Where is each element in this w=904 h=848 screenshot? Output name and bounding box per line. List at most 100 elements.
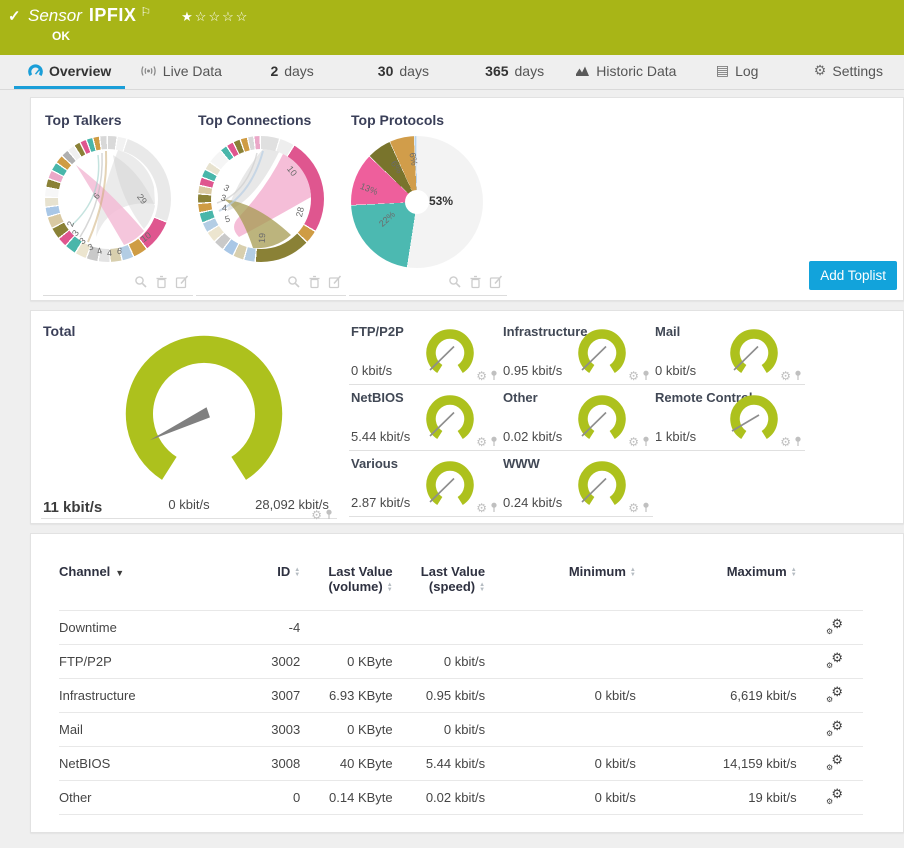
channel-table: Channel▼ ID▲▼ Last Value(volume)▲▼ Last … xyxy=(59,560,863,815)
channel-settings-icon[interactable]: ⚙⚙ xyxy=(827,755,843,769)
edit-icon[interactable] xyxy=(328,275,342,289)
channel-gauge xyxy=(577,394,627,444)
top-connections-chord-chart[interactable]: 1028193345 xyxy=(198,136,324,262)
channel-name: Other xyxy=(59,781,235,815)
gauge-cell-netbios: NetBIOS 5.44 kbit/s ⚙ xyxy=(349,385,501,451)
toplist-top-talkers: Top Talkers 629102333446 xyxy=(43,110,193,296)
gear-icon[interactable]: ⚙ xyxy=(628,437,639,447)
gauge-needle xyxy=(150,407,210,440)
top-talkers-chord-chart[interactable]: 629102333446 xyxy=(45,136,171,262)
gauge-cell-remote-control: Remote Control 1 kbit/s ⚙ xyxy=(653,385,805,451)
chart-value-label: 13% xyxy=(359,181,379,197)
channel-name: Downtime xyxy=(59,611,235,645)
zoom-settings-icon[interactable] xyxy=(448,275,462,289)
gauge-icon xyxy=(28,64,43,77)
star-rating[interactable]: ★☆☆☆☆ xyxy=(181,9,249,25)
chart-value-label: 53% xyxy=(429,194,453,208)
chart-value-label: 4 xyxy=(222,203,227,213)
edit-icon[interactable] xyxy=(175,275,189,289)
chart-value-label: 6 xyxy=(116,246,123,257)
table-row: Mail 3003 0 KByte 0 kbit/s ⚙⚙ xyxy=(59,713,863,747)
toplist-title: Top Protocols xyxy=(351,112,507,128)
column-header-last-value-volume[interactable]: Last Value(volume)▲▼ xyxy=(300,560,392,611)
pin-icon[interactable] xyxy=(490,436,498,447)
total-gauge-cell: Total 0 kbit/s 28,092 kbit/s 11 kbit/s ⚙ xyxy=(41,319,337,519)
channel-gauge xyxy=(577,328,627,378)
sort-desc-icon: ▼ xyxy=(115,568,124,578)
gear-icon[interactable]: ⚙ xyxy=(476,371,487,381)
tab-live-data[interactable]: Live Data xyxy=(125,55,236,89)
channel-settings-icon[interactable]: ⚙⚙ xyxy=(827,687,843,701)
gauge-value: 11 kbit/s xyxy=(43,499,102,516)
pin-icon[interactable] xyxy=(490,370,498,381)
channel-table-panel: Channel▼ ID▲▼ Last Value(volume)▲▼ Last … xyxy=(30,533,904,833)
column-header-id[interactable]: ID▲▼ xyxy=(235,560,300,611)
total-gauge xyxy=(119,329,289,499)
column-header-maximum[interactable]: Maximum▲▼ xyxy=(636,560,797,611)
tab-2-days[interactable]: 2 days xyxy=(237,55,348,89)
trash-icon[interactable] xyxy=(308,275,321,289)
channel-settings-icon[interactable]: ⚙⚙ xyxy=(827,789,843,803)
pin-icon[interactable] xyxy=(794,370,802,381)
flag-icon[interactable]: ⚐ xyxy=(140,5,151,19)
zoom-settings-icon[interactable] xyxy=(134,275,148,289)
chart-value-label: 28 xyxy=(294,206,306,218)
column-header-minimum[interactable]: Minimum▲▼ xyxy=(485,560,636,611)
tab-365-days[interactable]: 365 days xyxy=(459,55,570,89)
tab-log[interactable]: ▤ Log xyxy=(682,55,793,89)
pin-icon[interactable] xyxy=(642,502,650,513)
chart-value-label: 3 xyxy=(86,241,95,252)
pin-icon[interactable] xyxy=(642,370,650,381)
gauge-cell-ftp-p2p: FTP/P2P 0 kbit/s ⚙ xyxy=(349,319,501,385)
toplist-top-connections: Top Connections 1028193345 xyxy=(196,110,346,296)
channel-gauge xyxy=(425,394,475,444)
trash-icon[interactable] xyxy=(155,275,168,289)
gauge-cell-other: Other 0.02 kbit/s ⚙ xyxy=(501,385,653,451)
add-toplist-button[interactable]: Add Toplist xyxy=(809,261,897,290)
toplists-panel: Top Talkers 629102333446 To xyxy=(30,97,904,301)
chart-value-label: 4 xyxy=(96,246,104,257)
top-protocols-pie-chart[interactable]: 53%22%13%6%6% xyxy=(351,136,483,268)
sensor-header: ✓ Sensor IPFIX ⚐ ★☆☆☆☆ OK xyxy=(0,0,904,55)
gear-icon[interactable]: ⚙ xyxy=(476,503,487,513)
sensor-type-label: Sensor xyxy=(28,6,82,26)
tab-settings[interactable]: ⚙ Settings xyxy=(793,55,904,89)
pin-icon[interactable] xyxy=(794,436,802,447)
channel-settings-icon[interactable]: ⚙⚙ xyxy=(827,619,843,633)
tab-30-days[interactable]: 30 days xyxy=(348,55,459,89)
gauge-cell-various: Various 2.87 kbit/s ⚙ xyxy=(349,451,501,517)
live-data-icon xyxy=(140,65,157,77)
zoom-settings-icon[interactable] xyxy=(287,275,301,289)
chart-value-label: 2 xyxy=(65,220,76,228)
chart-value-label: 29 xyxy=(135,192,149,206)
trash-icon[interactable] xyxy=(469,275,482,289)
pin-icon[interactable] xyxy=(325,509,333,520)
channel-gauge xyxy=(729,394,779,444)
chart-value-label: 4 xyxy=(107,248,113,258)
sort-icon: ▲▼ xyxy=(387,583,393,593)
gear-icon[interactable]: ⚙ xyxy=(311,510,322,520)
channel-name: Mail xyxy=(59,713,235,747)
gear-icon[interactable]: ⚙ xyxy=(780,371,791,381)
tab-overview[interactable]: Overview xyxy=(14,55,125,89)
toplist-top-protocols: Top Protocols 53%22%13%6%6% xyxy=(349,110,507,296)
gear-icon[interactable]: ⚙ xyxy=(780,437,791,447)
tab-bar: Overview Live Data 2 days 30 days 365 da… xyxy=(0,55,904,90)
edit-icon[interactable] xyxy=(489,275,503,289)
channel-settings-icon[interactable]: ⚙⚙ xyxy=(827,653,843,667)
gauges-panel: Total 0 kbit/s 28,092 kbit/s 11 kbit/s ⚙… xyxy=(30,310,904,524)
gear-icon[interactable]: ⚙ xyxy=(628,503,639,513)
gear-icon: ⚙ xyxy=(814,62,827,79)
column-header-last-value-speed[interactable]: Last Value(speed)▲▼ xyxy=(393,560,485,611)
pin-icon[interactable] xyxy=(642,436,650,447)
gear-icon[interactable]: ⚙ xyxy=(476,437,487,447)
tab-historic-data[interactable]: Historic Data xyxy=(570,55,681,89)
pin-icon[interactable] xyxy=(490,502,498,513)
chart-value-label: 6% xyxy=(389,159,405,175)
gear-icon[interactable]: ⚙ xyxy=(628,371,639,381)
channel-settings-icon[interactable]: ⚙⚙ xyxy=(827,721,843,735)
column-header-channel[interactable]: Channel▼ xyxy=(59,560,235,611)
chart-value-label: 10 xyxy=(285,164,299,178)
log-icon: ▤ xyxy=(716,62,729,79)
sort-icon: ▲▼ xyxy=(294,568,300,578)
